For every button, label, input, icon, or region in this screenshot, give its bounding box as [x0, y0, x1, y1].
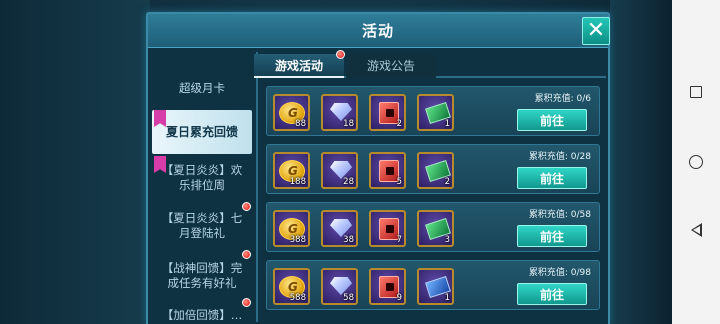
go-button[interactable]: 前往 [517, 225, 587, 247]
back-button[interactable] [688, 222, 704, 238]
item-quantity: 28 [343, 177, 354, 187]
sidebar-item-super-monthly-card[interactable]: 超级月卡 [152, 66, 252, 110]
reward-item[interactable]: 1 [417, 268, 454, 305]
item-quantity: 3 [444, 235, 450, 245]
circle-icon [689, 155, 703, 169]
reward-item[interactable]: 7 [369, 210, 406, 247]
reward-item[interactable]: 9 [369, 268, 406, 305]
notification-dot-icon [242, 250, 251, 259]
item-quantity: 9 [396, 293, 402, 303]
background-left [0, 0, 150, 324]
close-button[interactable]: ✕ [582, 17, 610, 45]
item-quantity: 38 [343, 235, 354, 245]
item-quantity: 18 [343, 119, 354, 129]
recharge-progress: 累积充值: 0/28 [528, 152, 591, 162]
reward-item[interactable]: 5 [369, 152, 406, 189]
item-quantity: 588 [289, 293, 306, 303]
triangle-back-icon [690, 223, 702, 237]
item-quantity: 88 [295, 119, 306, 129]
item-quantity: 5 [396, 177, 402, 187]
game-screen: 活动 ✕ 超级月卡 夏日累充回馈 【夏日炎炎】欢乐排位周 【夏日炎炎】七月登陆礼… [0, 0, 672, 324]
sidebar-item-ranked-week[interactable]: 【夏日炎炎】欢乐排位周 [152, 156, 252, 200]
sidebar-item-label: 夏日累充回馈 [165, 124, 238, 139]
notification-dot-icon [242, 298, 251, 307]
sidebar-item-label: 【战神回馈】完成任务有好礼 [161, 261, 243, 290]
tab-bar: 游戏活动 游戏公告 [254, 50, 606, 78]
reward-item[interactable]: G 188 [273, 152, 310, 189]
square-icon [690, 86, 702, 98]
item-quantity: 58 [343, 293, 354, 303]
reward-item[interactable]: G 588 [273, 268, 310, 305]
notification-dot-icon [242, 202, 251, 211]
reward-item[interactable]: 38 [321, 210, 358, 247]
go-button[interactable]: 前往 [517, 167, 587, 189]
tab-label: 游戏公告 [366, 59, 415, 73]
tab-game-activities[interactable]: 游戏活动 [254, 54, 344, 78]
close-icon: ✕ [586, 18, 606, 43]
sidebar-item-summer-recharge[interactable]: 夏日累充回馈 [152, 110, 252, 154]
reward-item[interactable]: G 88 [273, 94, 310, 131]
sidebar-item-label: 【夏日炎炎】七月登陆礼 [161, 211, 243, 240]
recents-button[interactable] [688, 84, 704, 100]
reward-item[interactable]: 28 [321, 152, 358, 189]
sidebar-item-war-god-tasks[interactable]: 【战神回馈】完成任务有好礼 [152, 254, 252, 298]
item-quantity: 1 [444, 293, 450, 303]
sidebar-item-label: 【夏日炎炎】欢乐排位周 [161, 163, 243, 192]
sidebar-item-label: 【加倍回馈】… [161, 307, 243, 321]
tab-label: 游戏活动 [274, 59, 323, 73]
reward-item[interactable]: 58 [321, 268, 358, 305]
reward-row: G 588 58 9 1 累积充值: 0/98 前往 [266, 260, 600, 310]
item-quantity: 388 [289, 235, 306, 245]
reward-item[interactable]: 3 [417, 210, 454, 247]
title-bar: 活动 ✕ [148, 14, 610, 48]
system-navigation-bar [672, 0, 720, 324]
reward-item[interactable]: 2 [417, 152, 454, 189]
background-right [610, 0, 672, 324]
recharge-progress: 累积充值: 0/58 [528, 210, 591, 220]
sidebar-item-double-reward[interactable]: 【加倍回馈】… [152, 300, 252, 321]
home-button[interactable] [688, 154, 704, 170]
sidebar-divider [256, 52, 258, 322]
sidebar-item-july-login[interactable]: 【夏日炎炎】七月登陆礼 [152, 204, 252, 248]
item-quantity: 2 [396, 119, 402, 129]
sidebar-item-label: 超级月卡 [179, 80, 225, 95]
go-button[interactable]: 前往 [517, 283, 587, 305]
activity-sidebar: 超级月卡 夏日累充回馈 【夏日炎炎】欢乐排位周 【夏日炎炎】七月登陆礼 【战神回… [152, 54, 254, 320]
reward-row: G 188 28 5 2 累积充值: 0/28 前往 [266, 144, 600, 194]
reward-item[interactable]: 1 [417, 94, 454, 131]
panel-title: 活动 [361, 22, 394, 40]
recharge-progress: 累积充值: 0/6 [534, 94, 591, 104]
reward-item[interactable]: G 388 [273, 210, 310, 247]
item-quantity: 7 [396, 235, 402, 245]
recharge-progress: 累积充值: 0/98 [528, 268, 591, 278]
reward-item[interactable]: 18 [321, 94, 358, 131]
item-quantity: 188 [289, 177, 306, 187]
notification-dot-icon [336, 50, 345, 59]
go-button[interactable]: 前往 [517, 109, 587, 131]
tab-game-announcements[interactable]: 游戏公告 [346, 54, 436, 78]
reward-row: G 88 18 2 1 累积充值: 0/6 前往 [266, 86, 600, 136]
item-quantity: 2 [444, 177, 450, 187]
item-quantity: 1 [444, 119, 450, 129]
reward-item[interactable]: 2 [369, 94, 406, 131]
activity-panel: 活动 ✕ 超级月卡 夏日累充回馈 【夏日炎炎】欢乐排位周 【夏日炎炎】七月登陆礼… [146, 12, 610, 324]
reward-row: G 388 38 7 3 累积充值: 0/58 前往 [266, 202, 600, 252]
